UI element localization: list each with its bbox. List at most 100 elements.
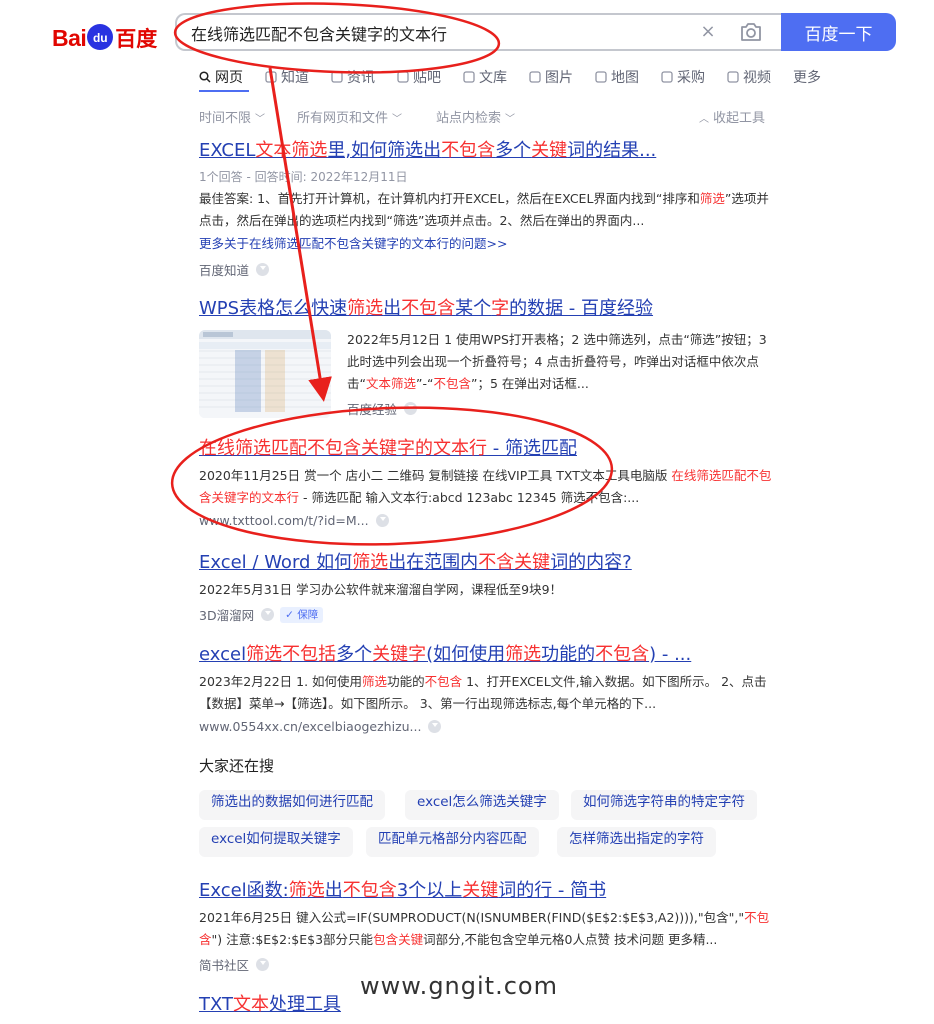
related-item[interactable]: excel怎么筛选关键字: [405, 790, 559, 820]
tab-3[interactable]: 贴吧: [397, 66, 441, 88]
tab-9[interactable]: 更多: [793, 66, 821, 88]
chevron-down-icon: ﹀: [392, 114, 403, 125]
map-pin-icon: [595, 71, 607, 83]
search-result: excel筛选不包括多个关键字(如何使用筛选功能的不包含) - ... 2023…: [199, 640, 779, 734]
tab-1[interactable]: 知道: [265, 66, 309, 88]
search-input[interactable]: [191, 22, 661, 44]
highlighted-keyword: 不包含: [401, 298, 456, 319]
result-title[interactable]: EXCEL文本筛选里,如何筛选出不包含多个关键词的结果...: [199, 136, 779, 162]
tab-4[interactable]: 文库: [463, 66, 507, 88]
text-segment: 出在范围内: [388, 552, 479, 573]
result-abstract: 2021年6月25日 键入公式=IF(SUMPRODUCT(N(ISNUMBER…: [199, 907, 779, 951]
result-title[interactable]: Excel函数:筛选出不包含3个以上关键词的行 - 简书: [199, 876, 779, 902]
collapse-tools-button[interactable]: ︿ 收起工具: [699, 107, 765, 126]
more-questions-link[interactable]: 更多关于在线筛选匹配不包含关键字的文本行的问题>>: [199, 233, 779, 252]
search-tabs: 网页 知道 资讯 贴吧 文库 图片 地图 采购 视频 更多: [199, 66, 843, 88]
site-watermark: www.gngit.com: [360, 972, 558, 1000]
result-source-name: 百度经验: [347, 402, 398, 417]
related-item[interactable]: 匹配单元格部分内容匹配: [366, 827, 539, 857]
result-title[interactable]: WPS表格怎么快速筛选出不包含某个字的数据 - 百度经验: [199, 294, 779, 320]
highlighted-keyword: 筛选: [362, 674, 388, 689]
text-segment: 最佳答案: 1、首先打开计算机，在计算机内打开EXCEL，然后在EXCEL界面内…: [199, 191, 700, 206]
time-filter[interactable]: 时间不限 ﹀: [199, 107, 265, 126]
collapse-tools-label: 收起工具: [713, 111, 766, 126]
question-icon: [265, 71, 277, 83]
search-button[interactable]: 百度一下: [781, 13, 896, 51]
tab-label: 网页: [215, 70, 243, 86]
highlighted-keyword: 包含关键: [373, 932, 424, 947]
dropdown-icon[interactable]: [256, 263, 270, 276]
dropdown-icon[interactable]: [375, 514, 389, 527]
highlighted-keyword: 筛选: [352, 552, 389, 573]
tab-label: 视频: [743, 70, 771, 86]
search-result: EXCEL文本筛选里,如何筛选出不包含多个关键词的结果... 1个回答 - 回答…: [199, 136, 779, 279]
tieba-icon: [397, 71, 409, 83]
result-thumbnail[interactable]: [199, 330, 331, 418]
tab-5[interactable]: 图片: [529, 66, 573, 88]
result-title[interactable]: 在线筛选匹配不包含关键字的文本行 - 筛选匹配: [199, 434, 779, 460]
logo-text-baidu: 百度: [115, 27, 158, 51]
tab-7[interactable]: 采购: [661, 66, 705, 88]
text-segment: 某个: [455, 298, 492, 319]
text-segment: 2021年6月25日 键入公式=IF(SUMPRODUCT(N(ISNUMBER…: [199, 910, 745, 925]
highlighted-keyword: 筛选: [288, 880, 325, 901]
related-item[interactable]: 筛选出的数据如何进行匹配: [199, 790, 385, 820]
related-item[interactable]: 怎样筛选出指定的字符: [557, 827, 716, 857]
tab-0[interactable]: 网页: [199, 66, 243, 88]
clear-icon[interactable]: ×: [697, 21, 719, 43]
result-source-name: 3D溜溜网: [199, 608, 255, 623]
result-source-url: www.0554xx.cn/excelbiaogezhizu...: [199, 719, 422, 734]
site-filter-label: 站点内检索: [436, 111, 502, 126]
result-source[interactable]: www.0554xx.cn/excelbiaogezhizu...: [199, 719, 779, 734]
text-segment: 处理工具: [269, 994, 342, 1015]
tab-6[interactable]: 地图: [595, 66, 639, 88]
result-abstract: 最佳答案: 1、首先打开计算机，在计算机内打开EXCEL，然后在EXCEL界面内…: [199, 188, 779, 232]
video-icon: [727, 71, 739, 83]
baidu-logo[interactable]: Bai du 百度: [52, 20, 157, 56]
text-segment: 功能的: [541, 644, 596, 665]
text-segment: excel: [199, 644, 247, 665]
result-source[interactable]: 3D溜溜网 ✓ 保障: [199, 605, 779, 624]
text-segment: ”-“: [416, 376, 434, 391]
text-segment: 词的行 - 简书: [498, 880, 607, 901]
result-title[interactable]: Excel / Word 如何筛选出在范围内不含关键词的内容?: [199, 548, 779, 574]
text-segment: ”；5 在弹出对话框...: [470, 376, 589, 391]
dropdown-icon[interactable]: [404, 402, 418, 415]
text-segment: ") 注意:$E$2:$E$3部分只能: [211, 932, 374, 947]
highlighted-keyword: 不包含: [433, 376, 471, 391]
highlighted-keyword: 关键: [462, 880, 499, 901]
related-item[interactable]: 如何筛选字符串的特定字符: [571, 790, 757, 820]
result-source[interactable]: 百度知道: [199, 260, 779, 279]
related-item[interactable]: excel如何提取关键字: [199, 827, 353, 857]
chevron-down-icon: ﹀: [505, 114, 516, 125]
active-tab-underline: [199, 90, 249, 92]
dropdown-icon[interactable]: [256, 958, 270, 971]
tab-2[interactable]: 资讯: [331, 66, 375, 88]
highlighted-keyword: 关键: [531, 140, 568, 161]
highlighted-keyword: 文本: [233, 994, 270, 1015]
text-segment: 词的内容?: [550, 552, 632, 573]
tab-label: 知道: [281, 70, 309, 86]
highlighted-keyword: 文本筛选: [255, 140, 328, 161]
result-source[interactable]: www.txttool.com/t/?id=M...: [199, 513, 779, 528]
filetype-filter-label: 所有网页和文件: [297, 111, 389, 126]
document-icon: [463, 71, 475, 83]
tab-label: 采购: [677, 70, 705, 86]
dropdown-icon[interactable]: [428, 720, 442, 733]
text-segment: 里,如何筛选出: [327, 140, 442, 161]
result-title[interactable]: excel筛选不包括多个关键字(如何使用筛选功能的不包含) - ...: [199, 640, 779, 666]
camera-icon[interactable]: [739, 21, 763, 43]
shopping-icon: [661, 71, 673, 83]
text-segment: Excel函数:: [199, 880, 289, 901]
text-segment: 3个以上: [396, 880, 463, 901]
site-search-filter[interactable]: 站点内检索 ﹀: [436, 107, 515, 126]
result-meta: 1个回答 - 回答时间: 2022年12月11日: [199, 170, 408, 184]
tab-label: 资讯: [347, 70, 375, 86]
tab-8[interactable]: 视频: [727, 66, 771, 88]
dropdown-icon[interactable]: [261, 608, 275, 621]
chevron-up-icon: ︿: [699, 114, 709, 125]
chevron-down-icon: ﹀: [255, 114, 266, 125]
filetype-filter[interactable]: 所有网页和文件 ﹀: [297, 107, 402, 126]
result-source[interactable]: 百度经验: [347, 399, 777, 418]
tab-label: 文库: [479, 70, 507, 86]
